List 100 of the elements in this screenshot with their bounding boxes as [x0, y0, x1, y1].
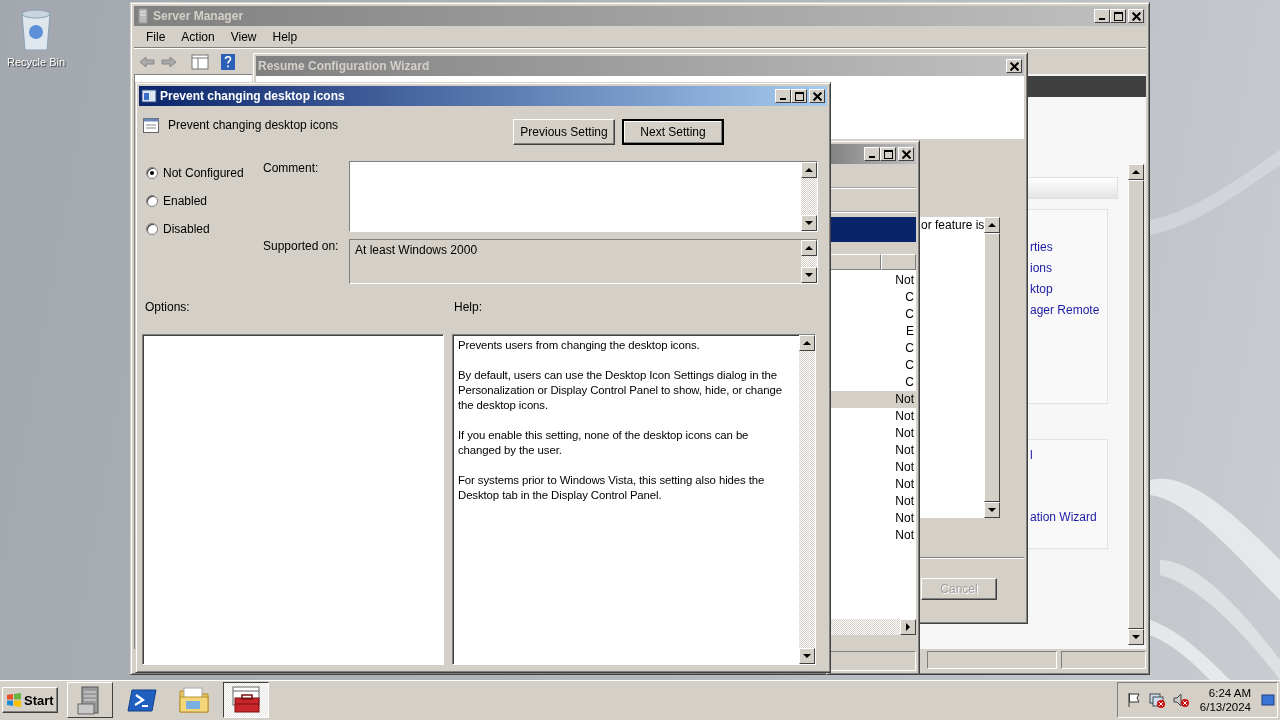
field-label: Supported on:: [263, 239, 340, 255]
show-desktop-icon: [1261, 693, 1275, 707]
folder-icon: [177, 684, 210, 716]
setting-nav-button[interactable]: Next Setting: [622, 119, 724, 145]
radio-label[interactable]: Enabled: [163, 194, 208, 208]
menu-item[interactable]: Help: [264, 29, 306, 44]
close-icon: [812, 91, 822, 101]
state-cell[interactable]: Not: [827, 425, 916, 442]
minimize-button[interactable]: [864, 147, 880, 161]
state-cell[interactable]: C: [827, 374, 916, 391]
maximize-button[interactable]: [791, 89, 807, 103]
start-button[interactable]: Start: [2, 687, 58, 713]
radio-label[interactable]: Disabled: [163, 222, 210, 236]
state-cell[interactable]: Not: [827, 510, 916, 527]
comment-field[interactable]: [349, 161, 818, 232]
task-link[interactable]: ions: [1030, 260, 1107, 276]
radio-label[interactable]: Not Configured: [163, 166, 244, 180]
taskbar-button[interactable]: [222, 682, 269, 718]
speaker-muted-icon: [1171, 692, 1190, 708]
maximize-icon: [794, 91, 804, 101]
task-link[interactable]: rties: [1030, 239, 1107, 255]
down-arrow-icon: [805, 221, 813, 225]
clock-time[interactable]: 6:24 AM: [1208, 686, 1251, 700]
toolbox-icon: [229, 684, 262, 716]
scrollbar[interactable]: [801, 162, 817, 231]
window-title: Resume Configuration Wizard: [258, 59, 431, 73]
forward-arrow-icon: [160, 53, 178, 70]
up-arrow-icon: [805, 168, 813, 172]
window-title: Prevent changing desktop icons: [160, 89, 346, 103]
policy-setting-icon: [142, 116, 160, 134]
close-icon: [901, 149, 911, 159]
close-icon: [1131, 11, 1141, 21]
down-arrow-icon: [1132, 635, 1140, 639]
help-icon: [220, 52, 236, 71]
radio-button[interactable]: [146, 223, 158, 235]
task-link[interactable]: ktop: [1030, 281, 1107, 297]
network-error-icon: [1147, 692, 1166, 708]
task-link[interactable]: ation Wizard: [1030, 509, 1107, 525]
flag-icon: [1125, 692, 1142, 708]
state-cell[interactable]: C: [827, 357, 916, 374]
section-label: Options:: [144, 300, 191, 316]
menu-item[interactable]: View: [222, 29, 265, 44]
recycle-bin-icon: [19, 8, 53, 52]
maximize-icon: [883, 149, 893, 159]
scrollbar[interactable]: [801, 240, 817, 283]
state-cell[interactable]: E: [827, 323, 916, 340]
maximize-button[interactable]: [880, 147, 896, 161]
menu-item[interactable]: File: [138, 29, 174, 44]
close-icon: [1009, 61, 1019, 71]
scrollbar[interactable]: [799, 335, 815, 664]
setting-name: Prevent changing desktop icons: [168, 118, 339, 132]
setting-nav-button[interactable]: Previous Setting: [513, 119, 615, 145]
window-title: Server Manager: [153, 9, 245, 23]
minimize-button[interactable]: [1094, 9, 1110, 23]
maximize-button[interactable]: [1110, 9, 1126, 23]
menu-item[interactable]: Action: [173, 29, 223, 44]
state-cell[interactable]: Not: [827, 476, 916, 493]
close-button[interactable]: [1006, 59, 1022, 73]
up-arrow-icon: [1132, 170, 1140, 174]
down-arrow-icon: [805, 273, 813, 277]
minimize-icon: [869, 156, 875, 158]
state-cell[interactable]: Not: [827, 527, 916, 544]
minimize-button[interactable]: [775, 89, 791, 103]
state-cell[interactable]: C: [827, 289, 916, 306]
panel-icon: [190, 52, 210, 71]
supported-on-value: At least Windows 2000: [350, 240, 801, 283]
server-icon: [136, 8, 150, 24]
column-header[interactable]: [881, 254, 916, 270]
state-cell[interactable]: Not: [827, 442, 916, 459]
minimize-icon: [1099, 18, 1105, 20]
task-link[interactable]: ager Remote: [1030, 302, 1107, 318]
state-cell[interactable]: Not: [827, 459, 916, 476]
state-cell[interactable]: Not: [827, 408, 916, 425]
right-arrow-icon: [906, 623, 910, 631]
state-cell[interactable]: Not: [827, 493, 916, 510]
up-arrow-icon: [805, 246, 813, 250]
radio-button[interactable]: [146, 195, 158, 207]
scrollbar[interactable]: [1128, 164, 1146, 645]
up-arrow-icon: [988, 223, 997, 227]
radio-button[interactable]: [146, 167, 158, 179]
policy-icon: [141, 89, 157, 103]
close-button[interactable]: [898, 147, 914, 161]
down-arrow-icon: [988, 508, 997, 512]
close-button[interactable]: [1128, 9, 1144, 23]
description-text: or feature is: [920, 217, 985, 234]
section-label: Help:: [454, 300, 482, 316]
field-label: Comment:: [263, 161, 320, 177]
task-link[interactable]: l: [1030, 447, 1107, 463]
close-button[interactable]: [809, 89, 825, 103]
up-arrow-icon: [803, 341, 811, 345]
windows-logo-icon: [6, 692, 22, 708]
state-cell[interactable]: C: [827, 340, 916, 357]
clock-date[interactable]: 6/13/2024: [1199, 700, 1251, 714]
state-cell[interactable]: Not: [827, 272, 916, 289]
help-text: Prevents users from changing the desktop icons. By default, users can use the Desktop Icon Settings dialog in the Personalization or Display Control Panel to show, hide, or change the desktop icons. If you enable this setting, none of the desktop icons can be changed by the user. For systems prior to Windows Vista, this setting also hides the Desktop tab in the Display Control Panel.: [457, 338, 784, 503]
down-arrow-icon: [803, 654, 811, 658]
back-arrow-icon: [138, 53, 156, 70]
state-cell[interactable]: C: [827, 306, 916, 323]
maximize-icon: [1113, 11, 1123, 21]
scrollbar[interactable]: [984, 217, 1001, 518]
